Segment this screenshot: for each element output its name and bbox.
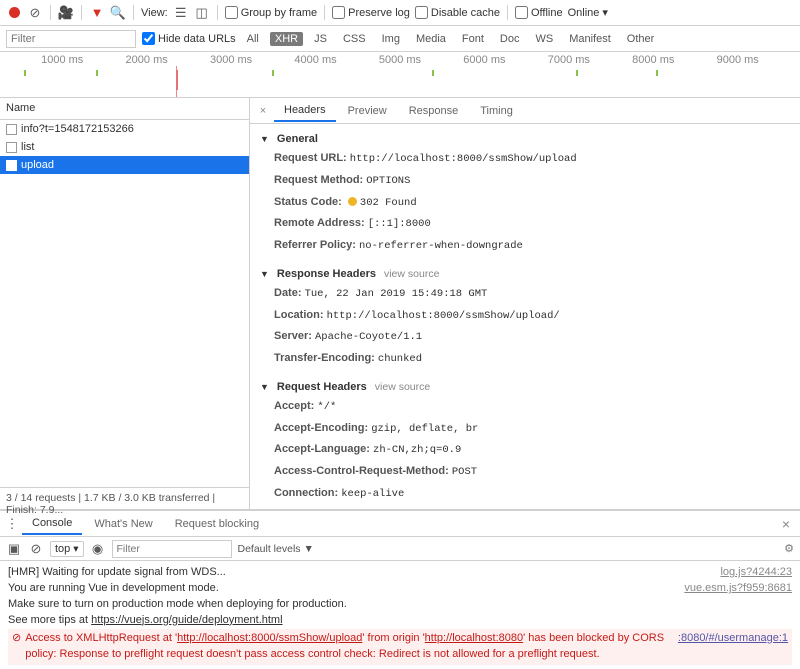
tab-response[interactable]: Response: [399, 101, 469, 121]
main-toolbar: ⊘ 🎥 ▼ 🔍 View: ☰ ◫ Group by frame Preserv…: [0, 0, 800, 26]
large-view-icon[interactable]: ◫: [194, 5, 210, 21]
close-detail-icon[interactable]: ×: [254, 105, 272, 117]
tab-headers[interactable]: Headers: [274, 100, 336, 122]
type-js[interactable]: JS: [309, 32, 332, 46]
filter-input[interactable]: [6, 30, 136, 48]
source-link[interactable]: :8080/#/usermanage:1: [678, 631, 788, 647]
tab-preview[interactable]: Preview: [338, 101, 397, 121]
source-link[interactable]: vue.esm.js?f959:8681: [684, 581, 792, 597]
name-header[interactable]: Name: [0, 98, 249, 120]
type-img[interactable]: Img: [377, 32, 405, 46]
type-doc[interactable]: Doc: [495, 32, 525, 46]
section-response-headers[interactable]: ▼Response Headers view source: [260, 265, 790, 283]
type-all[interactable]: All: [242, 32, 264, 46]
type-ws[interactable]: WS: [530, 32, 558, 46]
throttle-select[interactable]: Online ▾: [568, 6, 608, 19]
context-select[interactable]: top ▾: [50, 541, 84, 557]
detail-tabs: × Headers Preview Response Timing: [250, 98, 800, 124]
filter-icon[interactable]: ▼: [89, 5, 105, 21]
type-font[interactable]: Font: [457, 32, 489, 46]
group-by-frame-checkbox[interactable]: Group by frame: [225, 6, 317, 19]
headers-panel: ▼General Request URL: http://localhost:8…: [250, 124, 800, 509]
console-sidebar-icon[interactable]: ▣: [6, 541, 22, 557]
source-link[interactable]: log.js?4244:23: [720, 565, 792, 581]
tab-timing[interactable]: Timing: [470, 101, 523, 121]
drawer-menu-icon[interactable]: ⋮: [4, 516, 20, 532]
close-drawer-icon[interactable]: ×: [776, 516, 796, 532]
request-summary: 3 / 14 requests | 1.7 KB / 3.0 KB transf…: [0, 487, 249, 509]
console-output: [HMR] Waiting for update signal from WDS…: [0, 561, 800, 669]
clear-icon[interactable]: ⊘: [27, 5, 43, 21]
error-message: ⊘ Access to XMLHttpRequest at 'http://lo…: [8, 629, 792, 665]
tab-whatsnew[interactable]: What's New: [84, 514, 162, 534]
record-button[interactable]: [6, 5, 22, 21]
type-media[interactable]: Media: [411, 32, 451, 46]
section-request-headers[interactable]: ▼Request Headers view source: [260, 378, 790, 396]
section-general[interactable]: ▼General: [260, 130, 790, 148]
request-list-panel: Name info?t=1548172153266 list upload 3 …: [0, 98, 250, 509]
filter-bar: Hide data URLs All XHR JS CSS Img Media …: [0, 26, 800, 52]
request-row[interactable]: info?t=1548172153266: [0, 120, 249, 138]
log-levels-select[interactable]: Default levels ▼: [238, 543, 314, 555]
preserve-log-checkbox[interactable]: Preserve log: [332, 6, 410, 19]
search-icon[interactable]: 🔍: [110, 5, 126, 21]
type-css[interactable]: CSS: [338, 32, 371, 46]
console-clear-icon[interactable]: ⊘: [28, 541, 44, 557]
error-icon: ⊘: [12, 631, 21, 663]
request-row[interactable]: list: [0, 138, 249, 156]
list-view-icon[interactable]: ☰: [173, 5, 189, 21]
type-xhr[interactable]: XHR: [270, 32, 303, 46]
capture-icon[interactable]: 🎥: [58, 5, 74, 21]
eye-icon[interactable]: ◉: [90, 541, 106, 557]
timeline[interactable]: 1000 ms2000 ms3000 ms4000 ms5000 ms6000 …: [0, 52, 800, 98]
disable-cache-checkbox[interactable]: Disable cache: [415, 6, 500, 19]
offline-checkbox[interactable]: Offline: [515, 6, 563, 19]
type-manifest[interactable]: Manifest: [564, 32, 616, 46]
hide-data-urls-checkbox[interactable]: Hide data URLs: [142, 32, 236, 45]
gear-icon[interactable]: ⚙: [784, 542, 794, 555]
request-row-selected[interactable]: upload: [0, 156, 249, 174]
console-filter-input[interactable]: [112, 540, 232, 558]
view-label: View:: [141, 7, 168, 19]
tab-request-blocking[interactable]: Request blocking: [165, 514, 269, 534]
type-other[interactable]: Other: [622, 32, 660, 46]
drawer: ⋮ Console What's New Request blocking × …: [0, 510, 800, 669]
tab-console[interactable]: Console: [22, 513, 82, 535]
